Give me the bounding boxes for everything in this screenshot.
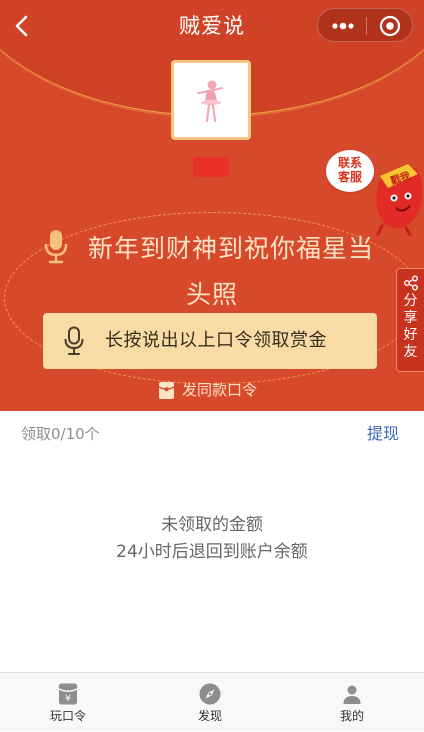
share-friends-label: 分享好友 <box>403 293 418 360</box>
ballerina-icon <box>197 80 223 123</box>
more-dots-icon[interactable] <box>330 16 356 36</box>
sender-avatar <box>171 60 251 140</box>
target-circle-icon[interactable] <box>379 15 401 37</box>
bottom-tab-bar: ¥ 玩口令 发现 我的 <box>0 672 424 731</box>
sender-name-redacted <box>193 157 229 177</box>
received-summary: 领取0/10个 提现 <box>0 411 424 457</box>
title-bar: 贼爱说 <box>0 0 424 54</box>
tab-mine-label: 我的 <box>339 709 364 723</box>
hold-to-speak-label: 长按说出以上口令领取赏金 <box>105 330 327 351</box>
send-same-password-label: 发同款口令 <box>182 381 258 399</box>
red-packet-icon <box>158 382 175 399</box>
tab-discover-label: 发现 <box>197 709 222 723</box>
tab-mine[interactable]: 我的 <box>292 673 412 732</box>
svg-text:¥: ¥ <box>65 694 71 704</box>
withdraw-link[interactable]: 提现 <box>367 423 399 445</box>
microphone-icon <box>64 326 84 355</box>
red-packet-panel: 贼爱说 联系客服 戳我 新年到财神到祝你福星当头照 分享好友 长按说出以上口令领… <box>0 0 424 411</box>
capsule-divider <box>366 17 367 35</box>
hold-to-speak-button[interactable]: 长按说出以上口令领取赏金 <box>43 313 377 369</box>
empty-state-message: 未领取的金额 24小时后退回到账户余额 <box>0 512 424 566</box>
share-icon <box>403 275 418 291</box>
empty-state-line-1: 未领取的金额 <box>161 515 263 535</box>
tab-discover[interactable]: 发现 <box>150 673 270 732</box>
compass-icon <box>199 683 221 705</box>
user-icon <box>343 685 361 704</box>
tab-play-password[interactable]: ¥ 玩口令 <box>8 673 128 732</box>
received-count: 领取0/10个 <box>21 425 100 443</box>
share-friends-button[interactable]: 分享好友 <box>396 268 424 372</box>
empty-state-line-2: 24小时后退回到账户余额 <box>116 542 308 562</box>
voice-password-slogan: 新年到财神到祝你福星当头照 <box>87 234 374 309</box>
tab-play-password-label: 玩口令 <box>49 709 86 723</box>
contact-service-label: 联系客服 <box>337 156 362 184</box>
contact-service-button[interactable]: 联系客服 <box>326 150 374 192</box>
red-packet-mascot-icon: 戳我 <box>376 164 423 236</box>
mini-program-capsule <box>317 8 413 42</box>
yen-packet-icon: ¥ <box>58 683 78 705</box>
